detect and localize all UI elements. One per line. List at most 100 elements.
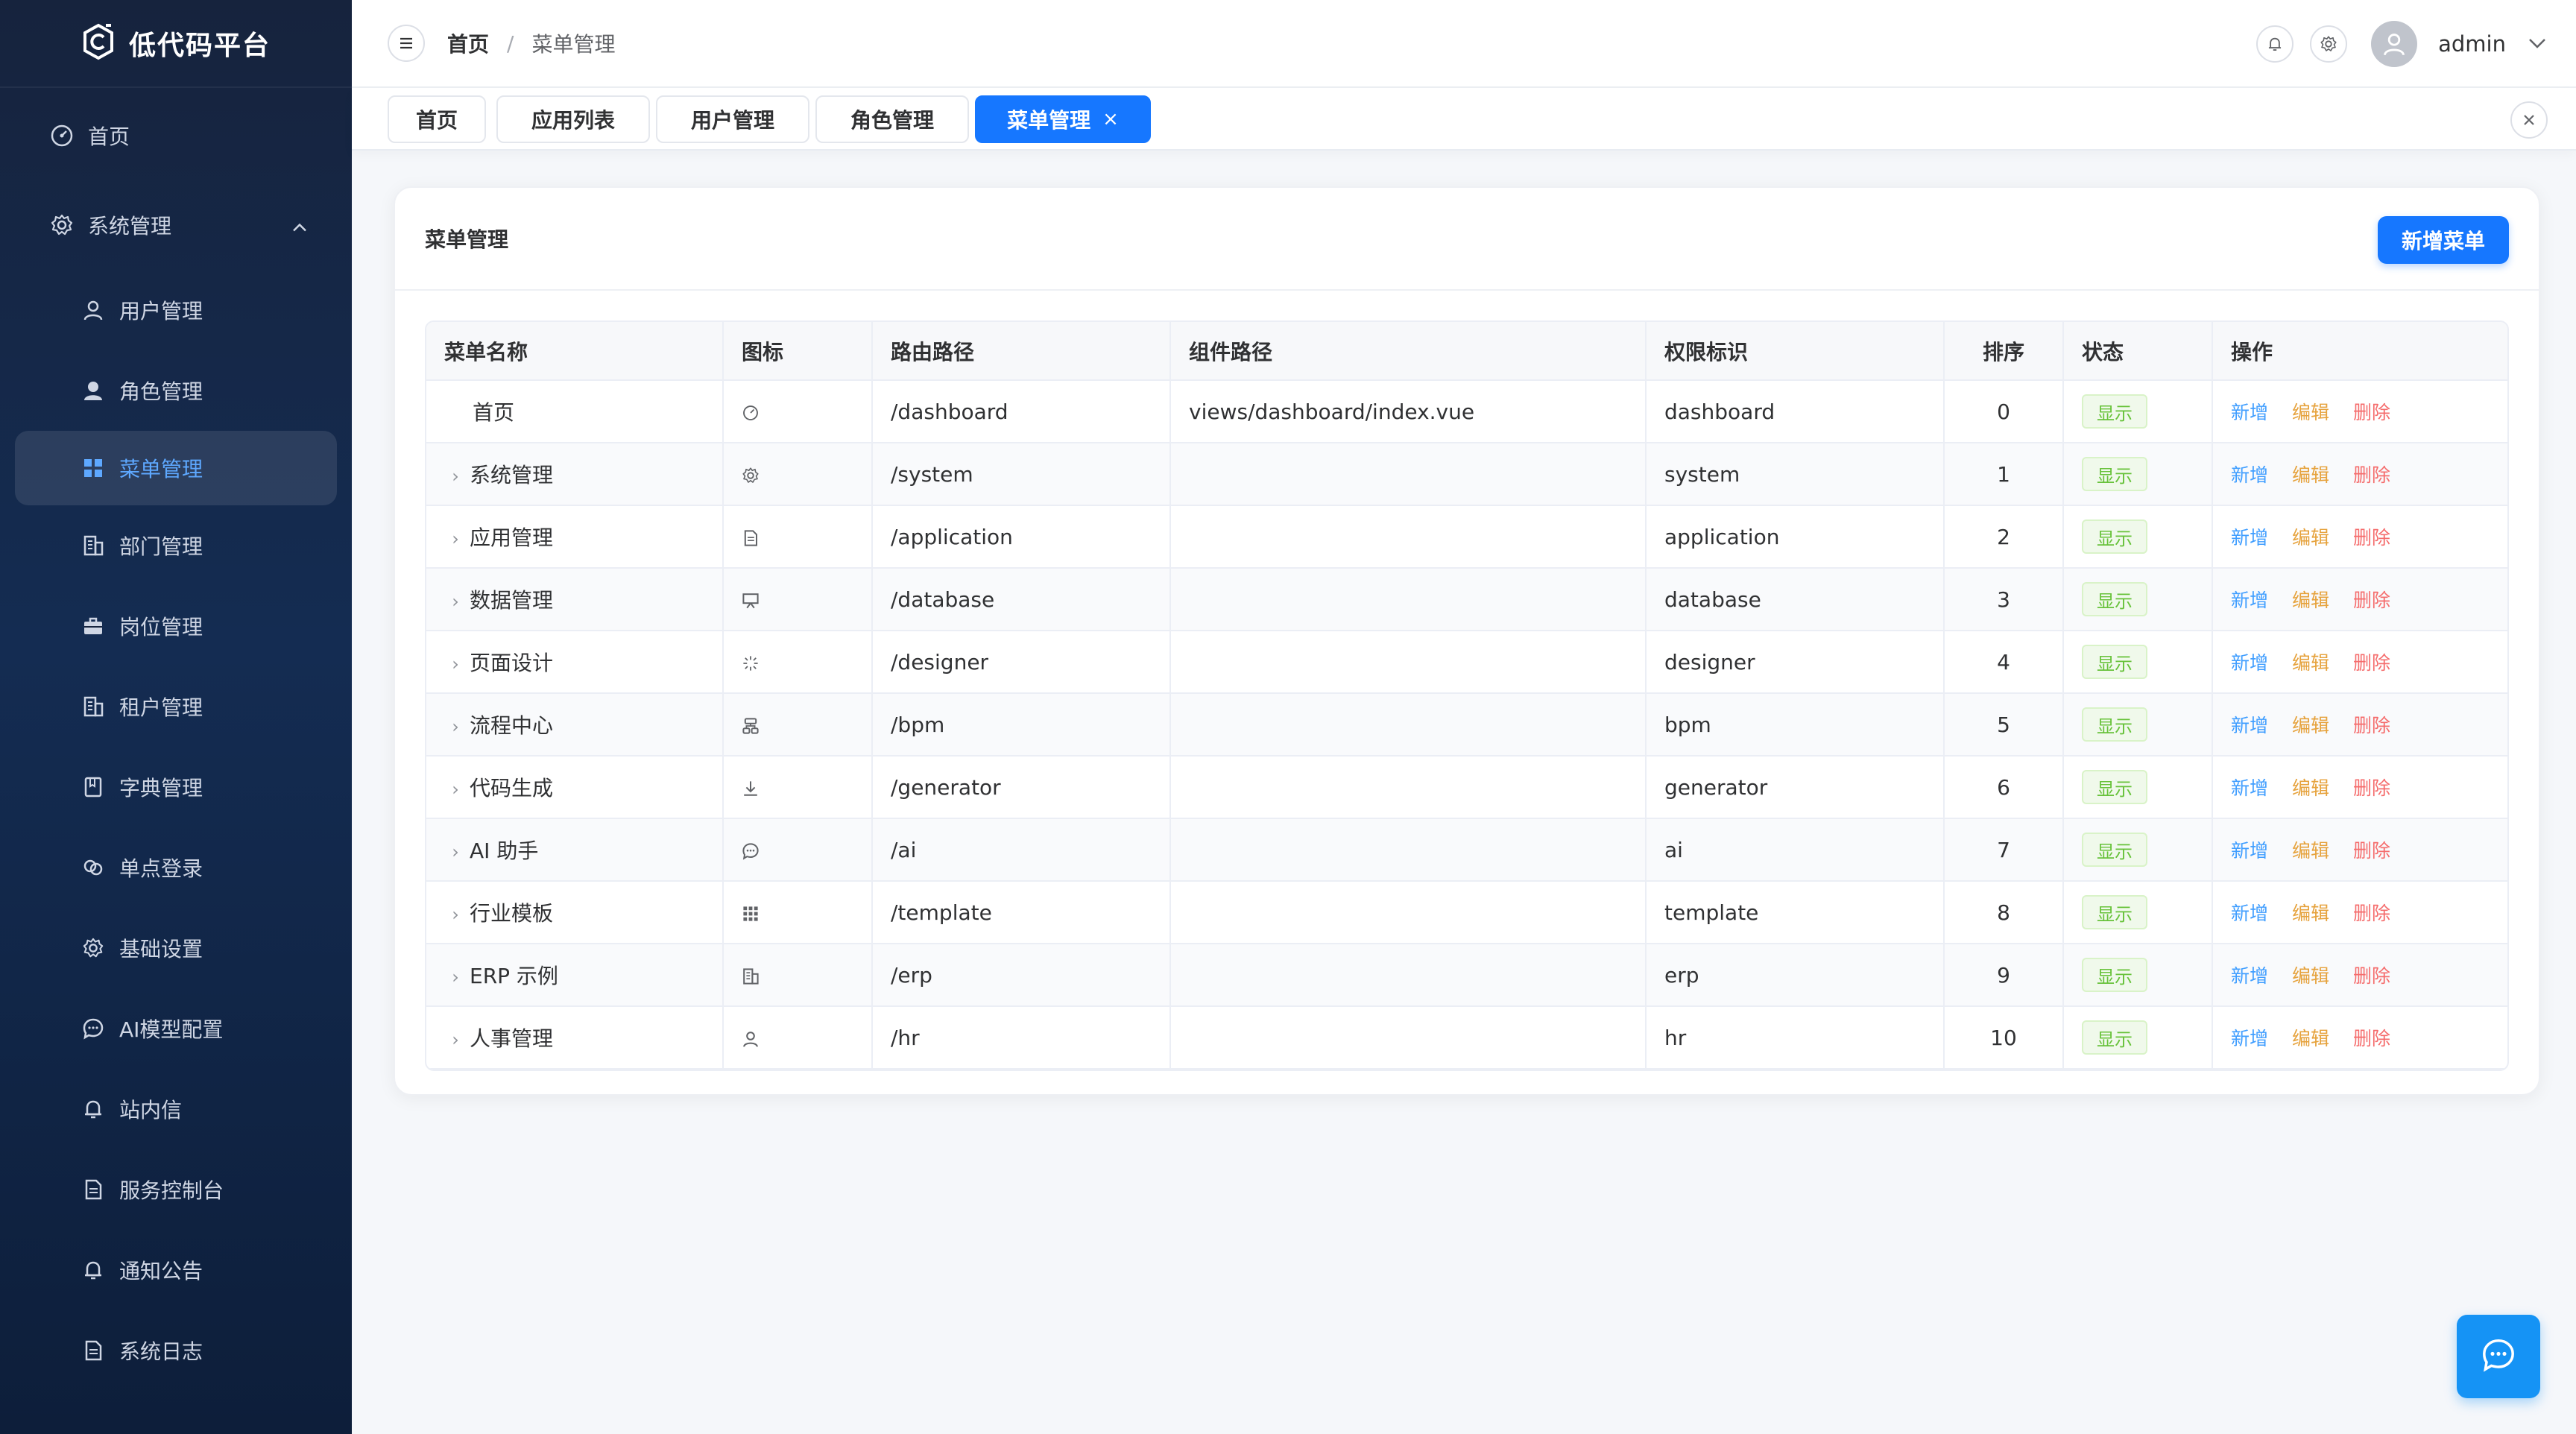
chevron-right-icon[interactable]: ›	[444, 904, 467, 925]
table-row: › 代码生成/generator generator 6 显示 新增 编辑 删除	[426, 756, 2507, 819]
breadcrumb: 首页 / 菜单管理	[447, 28, 615, 58]
sidebar-item-ai-model[interactable]: AI模型配置	[0, 988, 352, 1069]
tab-app-list[interactable]: 应用列表	[496, 95, 650, 143]
add-child-button[interactable]: 新增	[2231, 461, 2268, 487]
add-child-button[interactable]: 新增	[2231, 523, 2268, 550]
column-header: 排序	[1944, 322, 2064, 381]
menu-name: 代码生成	[470, 776, 554, 800]
close-icon[interactable]: ×	[1102, 108, 1119, 130]
delete-button[interactable]: 删除	[2353, 836, 2390, 863]
chevron-right-icon[interactable]: ›	[444, 841, 467, 862]
chevron-right-icon[interactable]: ›	[444, 654, 467, 675]
add-child-button[interactable]: 新增	[2231, 711, 2268, 738]
chat-assistant-button[interactable]	[2457, 1315, 2540, 1398]
tab-users[interactable]: 用户管理	[656, 95, 809, 143]
sidebar-item-service-console[interactable]: 服务控制台	[0, 1149, 352, 1230]
edit-button[interactable]: 编辑	[2292, 648, 2329, 675]
cell-sort: 3	[1944, 568, 2064, 631]
sidebar-item-label: 角色管理	[119, 379, 203, 404]
sidebar-item-departments[interactable]: 部门管理	[0, 505, 352, 586]
cell-actions: 新增 编辑 删除	[2212, 443, 2507, 506]
edit-button[interactable]: 编辑	[2292, 836, 2329, 863]
sidebar-item-tenants[interactable]: 租户管理	[0, 666, 352, 747]
sidebar-item-users[interactable]: 用户管理	[0, 270, 352, 350]
chevron-up-icon	[292, 213, 307, 238]
app-logo[interactable]: 低代码平台	[0, 0, 352, 88]
bell-icon	[80, 1257, 106, 1283]
delete-button[interactable]: 删除	[2353, 461, 2390, 487]
delete-button[interactable]: 删除	[2353, 711, 2390, 738]
sidebar-item-dashboard[interactable]: 首页	[0, 91, 352, 180]
breadcrumb-home[interactable]: 首页	[447, 28, 489, 58]
delete-button[interactable]: 删除	[2353, 648, 2390, 675]
tab-roles[interactable]: 角色管理	[815, 95, 969, 143]
sidebar-item-system[interactable]: 系统管理	[0, 180, 352, 270]
sidebar-item-menus[interactable]: 菜单管理	[15, 431, 337, 505]
gear-icon[interactable]	[2310, 25, 2348, 63]
add-child-button[interactable]: 新增	[2231, 1024, 2268, 1051]
cell-status: 显示	[2063, 818, 2213, 882]
cell-sort: 10	[1944, 1006, 2064, 1070]
add-menu-button[interactable]: 新增菜单	[2378, 216, 2509, 264]
add-child-button[interactable]: 新增	[2231, 398, 2268, 425]
delete-button[interactable]: 删除	[2353, 398, 2390, 425]
sidebar-item-inbox[interactable]: 站内信	[0, 1069, 352, 1149]
edit-button[interactable]: 编辑	[2292, 774, 2329, 800]
column-header: 菜单名称	[426, 322, 724, 381]
tab-menus[interactable]: 菜单管理 ×	[975, 95, 1151, 143]
edit-button[interactable]: 编辑	[2292, 711, 2329, 738]
cell-actions: 新增 编辑 删除	[2212, 944, 2507, 1007]
chevron-right-icon[interactable]: ›	[444, 967, 467, 988]
cell-component	[1170, 631, 1647, 694]
breadcrumb-current: 菜单管理	[531, 32, 616, 57]
edit-button[interactable]: 编辑	[2292, 523, 2329, 550]
chevron-right-icon[interactable]: ›	[444, 716, 467, 737]
username[interactable]: admin	[2438, 31, 2506, 57]
close-all-icon[interactable]	[2510, 101, 2548, 139]
chevron-right-icon[interactable]: ›	[444, 1029, 467, 1050]
sidebar-item-system-log[interactable]: 系统日志	[0, 1310, 352, 1391]
delete-button[interactable]: 删除	[2353, 523, 2390, 550]
chevron-right-icon[interactable]: ›	[444, 466, 467, 487]
cell-route: /generator	[872, 756, 1171, 819]
sidebar-item-announcements[interactable]: 通知公告	[0, 1230, 352, 1310]
app-title: 低代码平台	[128, 31, 271, 61]
add-child-button[interactable]: 新增	[2231, 961, 2268, 988]
sidebar-item-label: 首页	[88, 124, 130, 149]
add-child-button[interactable]: 新增	[2231, 774, 2268, 800]
sidebar-item-positions[interactable]: 岗位管理	[0, 586, 352, 666]
sidebar-item-roles[interactable]: 角色管理	[0, 350, 352, 431]
delete-button[interactable]: 删除	[2353, 961, 2390, 988]
sidebar-item-dictionary[interactable]: 字典管理	[0, 747, 352, 827]
status-badge: 显示	[2082, 394, 2147, 429]
bell-icon[interactable]	[2256, 25, 2294, 63]
chevron-right-icon[interactable]: ›	[444, 528, 467, 549]
edit-button[interactable]: 编辑	[2292, 586, 2329, 613]
chevron-down-icon[interactable]	[2528, 37, 2546, 51]
add-child-button[interactable]: 新增	[2231, 899, 2268, 926]
edit-button[interactable]: 编辑	[2292, 398, 2329, 425]
add-child-button[interactable]: 新增	[2231, 648, 2268, 675]
edit-button[interactable]: 编辑	[2292, 961, 2329, 988]
tab-home[interactable]: 首页	[388, 95, 486, 143]
edit-button[interactable]: 编辑	[2292, 1024, 2329, 1051]
cell-menu-name: › 系统管理	[426, 443, 724, 506]
chevron-right-icon[interactable]: ›	[444, 779, 467, 800]
chevron-right-icon[interactable]: ›	[444, 591, 467, 612]
sidebar-item-sso[interactable]: 单点登录	[0, 827, 352, 908]
delete-button[interactable]: 删除	[2353, 1024, 2390, 1051]
avatar[interactable]	[2371, 21, 2418, 67]
sidebar-item-label: 基础设置	[119, 937, 203, 961]
delete-button[interactable]: 删除	[2353, 586, 2390, 613]
add-child-button[interactable]: 新增	[2231, 586, 2268, 613]
sidebar-item-basic-settings[interactable]: 基础设置	[0, 908, 352, 988]
cell-actions: 新增 编辑 删除	[2212, 631, 2507, 694]
edit-button[interactable]: 编辑	[2292, 899, 2329, 926]
delete-button[interactable]: 删除	[2353, 899, 2390, 926]
edit-button[interactable]: 编辑	[2292, 461, 2329, 487]
add-child-button[interactable]: 新增	[2231, 836, 2268, 863]
status-badge: 显示	[2082, 770, 2147, 804]
menu-toggle-icon[interactable]	[388, 25, 425, 62]
document-icon	[742, 525, 760, 549]
delete-button[interactable]: 删除	[2353, 774, 2390, 800]
